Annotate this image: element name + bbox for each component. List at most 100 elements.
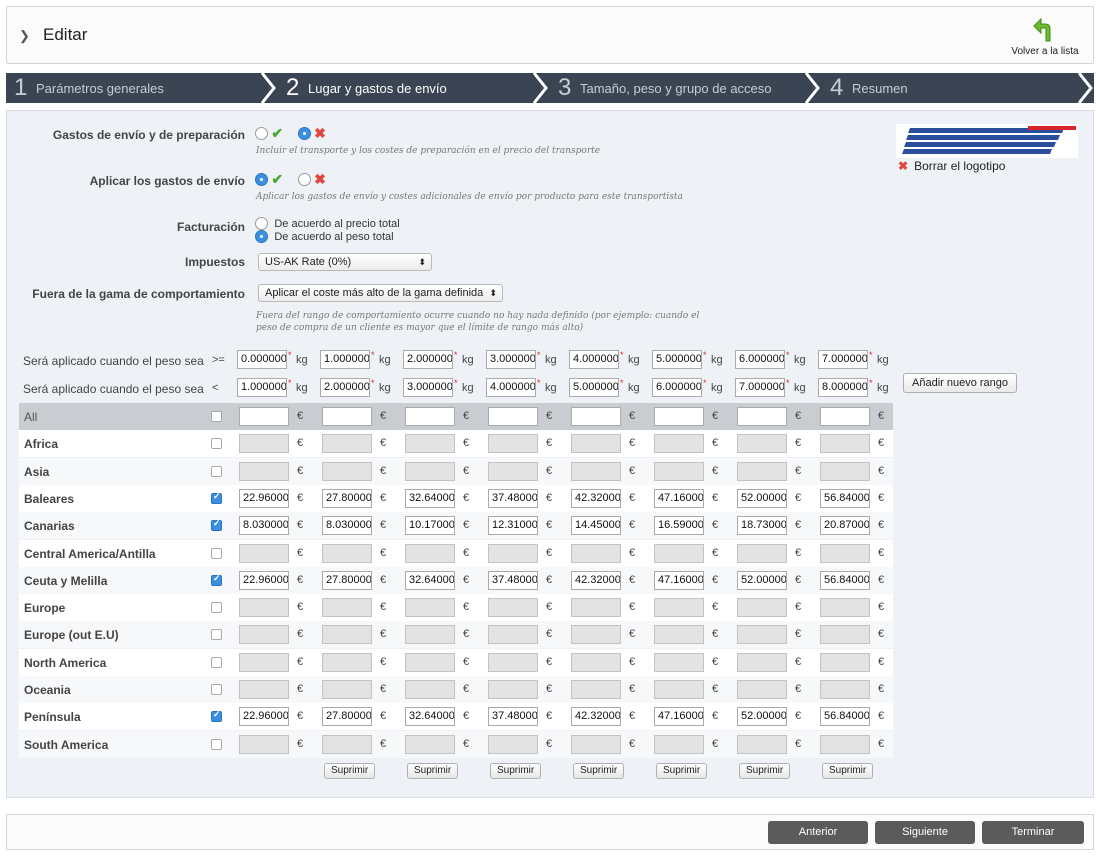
step-4[interactable]: 4 Resumen (822, 73, 1082, 103)
zone-price-input[interactable] (737, 461, 787, 481)
zone-checkbox[interactable] (211, 547, 222, 559)
zone-price-input[interactable]: 18.730000 (737, 516, 787, 536)
zone-price-input[interactable]: 22.960000 (239, 488, 289, 508)
delete-range-button[interactable]: Suprimir (407, 763, 459, 779)
delete-range-button[interactable]: Suprimir (324, 763, 376, 779)
range-to-input[interactable]: 1.000000 (237, 378, 287, 397)
zone-price-input[interactable]: 56.840000 (820, 707, 870, 727)
zone-price-input[interactable]: 47.160000 (654, 570, 704, 590)
range-from-input[interactable]: 2.000000 (403, 350, 453, 369)
zone-price-input[interactable] (405, 734, 455, 754)
delete-range-button[interactable]: Suprimir (822, 763, 874, 779)
zone-price-input[interactable] (820, 461, 870, 481)
delete-range-button[interactable]: Suprimir (573, 763, 625, 779)
zone-price-input[interactable] (322, 652, 372, 672)
zone-price-input[interactable] (488, 652, 538, 672)
zone-price-input[interactable] (571, 461, 621, 481)
zone-price-input[interactable] (239, 652, 289, 672)
range-to-input[interactable]: 8.000000 (818, 378, 868, 397)
zone-price-input[interactable] (322, 461, 372, 481)
zone-price-input[interactable] (820, 734, 870, 754)
delete-logo-button[interactable]: ✖ Borrar el logotipo (898, 159, 1005, 173)
range-to-input[interactable]: 4.000000 (486, 378, 536, 397)
zone-price-input[interactable] (654, 680, 704, 699)
zone-price-input[interactable] (820, 625, 870, 645)
zone-price-input[interactable]: 37.480000 (488, 570, 538, 590)
zone-price-input[interactable] (239, 461, 289, 481)
step-3[interactable]: 3 Tamaño, peso y grupo de acceso (550, 73, 810, 103)
delete-range-button[interactable]: Suprimir (739, 763, 791, 779)
zone-price-input[interactable]: 52.000000 (737, 707, 787, 727)
zone-price-input[interactable] (405, 652, 455, 672)
zone-checkbox[interactable] (211, 684, 222, 695)
range-to-input[interactable]: 6.000000 (652, 378, 702, 397)
zone-price-input[interactable] (654, 652, 704, 672)
zone-price-input[interactable] (488, 461, 538, 481)
zone-price-input[interactable] (571, 625, 621, 645)
zone-checkbox[interactable] (211, 518, 222, 532)
range-to-input[interactable]: 3.000000 (403, 378, 453, 397)
zone-price-input[interactable] (820, 652, 870, 672)
zone-price-input[interactable] (488, 680, 538, 699)
zone-price-input[interactable] (239, 434, 289, 454)
zone-price-input[interactable]: 22.960000 (239, 570, 289, 590)
zone-price-input[interactable] (405, 598, 455, 618)
zone-price-input[interactable] (488, 734, 538, 754)
zone-price-input[interactable] (737, 407, 787, 426)
zone-price-input[interactable] (571, 543, 621, 563)
zone-price-input[interactable] (322, 734, 372, 754)
zone-price-input[interactable] (737, 652, 787, 672)
zone-price-input[interactable]: 16.590000 (654, 516, 704, 536)
zone-price-input[interactable]: 8.030000 (239, 516, 289, 536)
zone-price-input[interactable]: 32.640000 (405, 570, 455, 590)
zone-price-input[interactable] (405, 543, 455, 563)
zone-price-input[interactable]: 37.480000 (488, 707, 538, 727)
zone-price-input[interactable] (322, 625, 372, 645)
zone-price-input[interactable] (571, 734, 621, 754)
shipping-handling-yes-radio[interactable] (255, 127, 268, 140)
zone-price-input[interactable] (405, 461, 455, 481)
range-from-input[interactable]: 5.000000 (652, 350, 702, 369)
zone-price-input[interactable] (820, 434, 870, 454)
zone-price-input[interactable] (488, 407, 538, 426)
zone-price-input[interactable] (571, 652, 621, 672)
zone-checkbox[interactable] (211, 656, 222, 668)
zone-price-input[interactable] (654, 734, 704, 754)
back-to-list-button[interactable]: Volver a la lista (1007, 17, 1083, 57)
zone-price-input[interactable] (239, 598, 289, 618)
zone-price-input[interactable]: 32.640000 (405, 488, 455, 508)
zone-price-input[interactable] (654, 461, 704, 481)
zone-price-input[interactable]: 52.000000 (737, 488, 787, 508)
step-1[interactable]: 1 Parámetros generales (6, 73, 266, 103)
zone-price-input[interactable]: 37.480000 (488, 488, 538, 508)
zone-price-input[interactable] (737, 680, 787, 699)
zone-price-input[interactable] (239, 625, 289, 645)
delete-range-button[interactable]: Suprimir (490, 763, 542, 779)
zone-price-input[interactable] (654, 434, 704, 454)
range-from-input[interactable]: 0.000000 (237, 350, 287, 369)
delete-range-button[interactable]: Suprimir (656, 763, 708, 779)
zone-checkbox[interactable] (211, 738, 222, 750)
zone-price-input[interactable] (820, 543, 870, 563)
zone-price-input[interactable]: 27.800000 (322, 488, 372, 508)
zone-price-input[interactable]: 10.170000 (405, 516, 455, 536)
zone-checkbox[interactable] (211, 438, 222, 450)
zone-price-input[interactable] (571, 680, 621, 699)
range-to-input[interactable]: 5.000000 (569, 378, 619, 397)
zone-price-input[interactable] (239, 734, 289, 754)
zone-price-input[interactable] (654, 625, 704, 645)
zone-price-input[interactable]: 27.800000 (322, 707, 372, 727)
zone-price-input[interactable] (488, 598, 538, 618)
range-from-input[interactable]: 6.000000 (735, 350, 785, 369)
zone-price-input[interactable] (239, 680, 289, 699)
zone-checkbox[interactable] (211, 602, 222, 614)
range-from-input[interactable]: 4.000000 (569, 350, 619, 369)
zone-price-input[interactable]: 42.320000 (571, 570, 621, 590)
shipping-handling-no-radio[interactable] (297, 127, 311, 140)
zone-price-input[interactable] (405, 434, 455, 454)
zone-price-input[interactable] (488, 543, 538, 563)
zone-price-input[interactable] (322, 407, 372, 426)
range-to-input[interactable]: 2.000000 (320, 378, 370, 397)
finish-button[interactable]: Terminar (982, 821, 1084, 844)
zone-price-input[interactable] (820, 680, 870, 699)
